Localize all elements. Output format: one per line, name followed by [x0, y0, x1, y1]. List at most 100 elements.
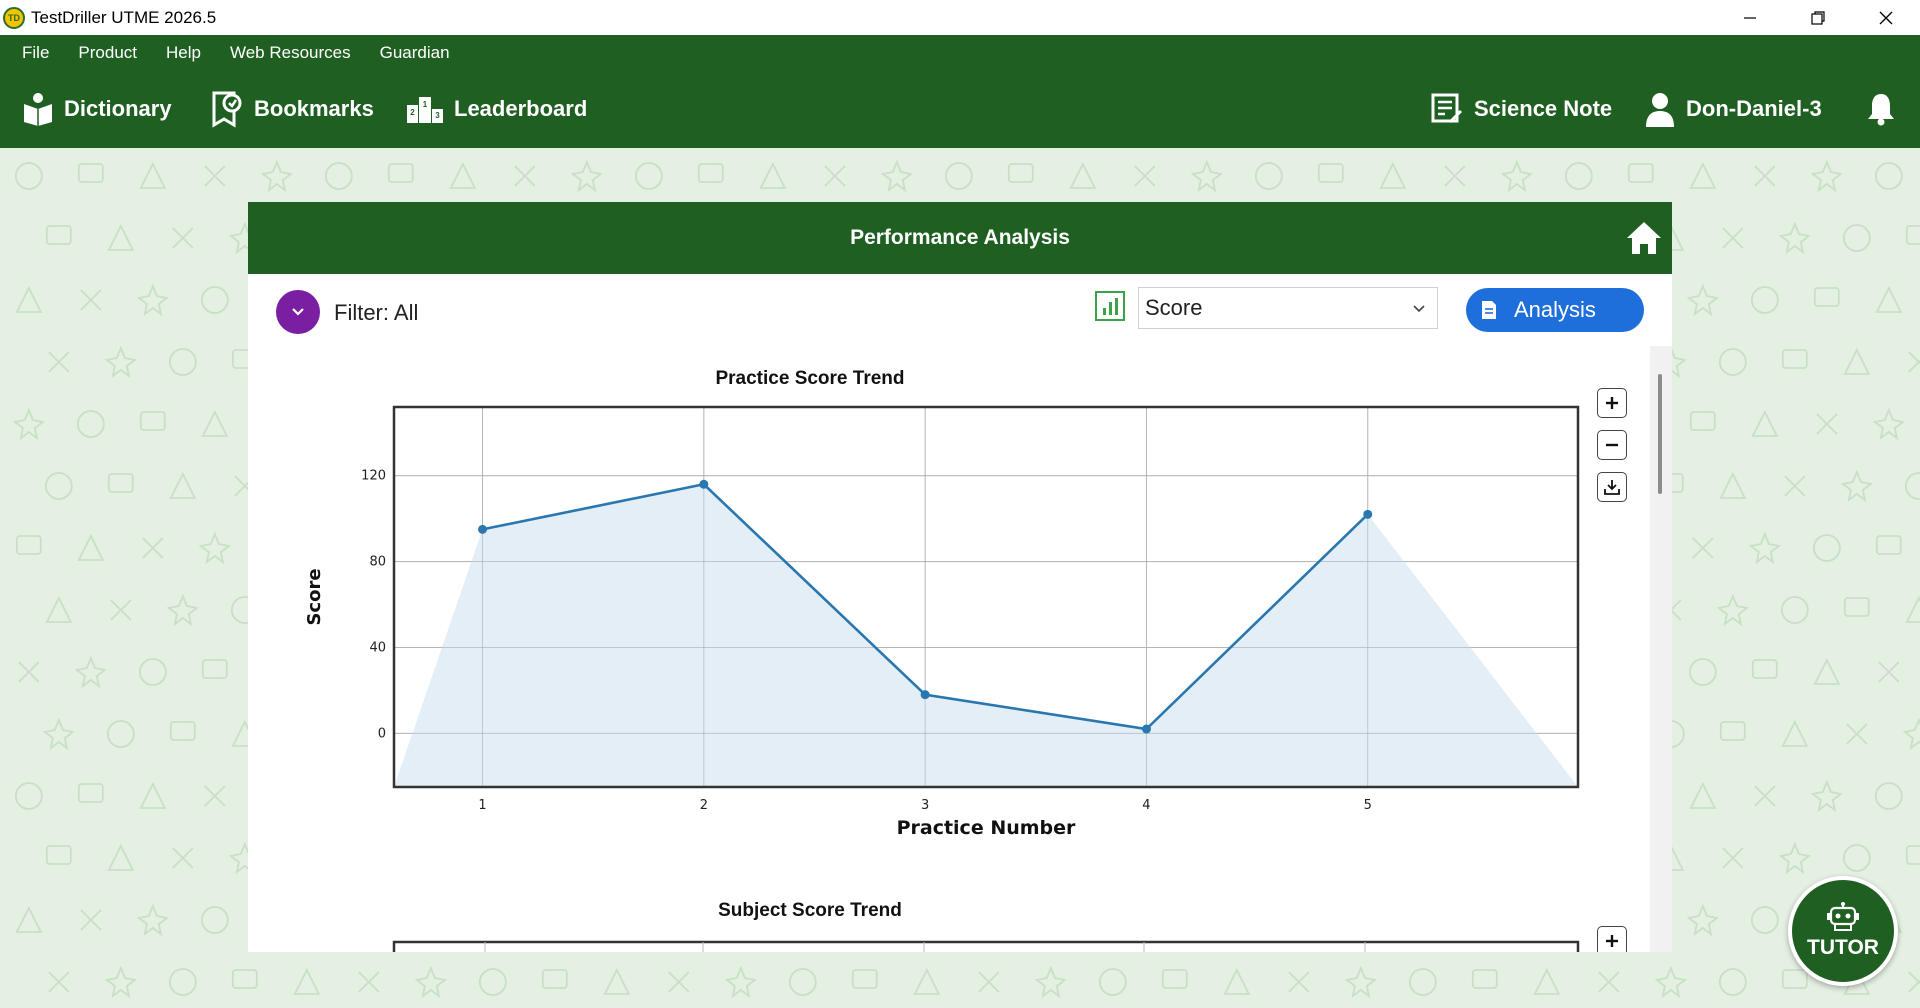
- doodle-shape: [697, 163, 724, 183]
- doodle-shape: [200, 286, 229, 314]
- doodle-shape: [139, 781, 167, 809]
- doodle-shape: [603, 967, 631, 995]
- doodle-shape: [880, 159, 913, 193]
- close-button[interactable]: [1852, 0, 1920, 35]
- doodle-shape: [107, 473, 134, 493]
- dictionary-label: Dictionary: [64, 96, 172, 121]
- analysis-button[interactable]: Analysis: [1466, 288, 1644, 332]
- leaderboard-label: Leaderboard: [454, 96, 588, 121]
- window-title: TestDriller UTME 2026.5: [31, 7, 217, 27]
- notifications-button[interactable]: [1866, 88, 1906, 130]
- doodle-shape: [1842, 224, 1871, 252]
- science-note-label: Science Note: [1474, 96, 1613, 121]
- menu-bar: File Product Help Web Resources Guardian: [0, 35, 1920, 70]
- note-icon: [1431, 93, 1463, 124]
- zoom-out-button[interactable]: [1597, 430, 1627, 460]
- doodle-shape: [1627, 163, 1654, 183]
- doodle-shape: [1444, 165, 1466, 187]
- doodle-shape: [1813, 287, 1840, 307]
- doodle-shape: [77, 533, 105, 561]
- scrollbar-thumb[interactable]: [1658, 374, 1662, 494]
- doodle-shape: [1781, 969, 1808, 989]
- doodle-shape: [1751, 659, 1778, 679]
- doodle-shape: [201, 659, 228, 679]
- menu-web-resources[interactable]: Web Resources: [230, 43, 351, 63]
- doodle-shape: [169, 721, 196, 741]
- doodle-shape: [634, 162, 663, 190]
- y-tick-label: 120: [361, 469, 386, 484]
- robot-icon: [1827, 902, 1859, 931]
- doodle-shape: [1750, 906, 1779, 934]
- doodle-shape: [48, 971, 70, 993]
- doodle-shape: [1719, 471, 1747, 499]
- doodle-shape: [1905, 845, 1920, 865]
- doodle-shape: [166, 593, 199, 627]
- science-note-button[interactable]: Science Note: [1430, 88, 1612, 130]
- doodle-shape: [1688, 658, 1717, 686]
- doodle-shape: [1780, 596, 1809, 624]
- doodle-shape: [1840, 469, 1873, 503]
- data-point: [699, 479, 709, 489]
- doodle-shape: [1190, 159, 1223, 193]
- doodle-shape: [1810, 779, 1843, 813]
- minimize-button[interactable]: [1716, 0, 1784, 35]
- doodle-shape: [15, 285, 43, 313]
- doodle-shape: [136, 283, 169, 317]
- dictionary-button[interactable]: Dictionary: [22, 88, 172, 130]
- plus-icon: [1606, 935, 1618, 947]
- bookmarks-button[interactable]: Bookmarks: [210, 88, 374, 130]
- doodle-shape: [1905, 225, 1920, 245]
- doodle-shape: [260, 159, 293, 193]
- download-icon: [1604, 480, 1620, 495]
- doodle-shape: [1718, 348, 1747, 376]
- doodle-shape: [201, 409, 229, 437]
- restore-button[interactable]: [1784, 0, 1852, 35]
- doodle-shape: [168, 348, 197, 376]
- home-button[interactable]: [1624, 218, 1664, 258]
- doodle-shape: [1719, 721, 1746, 741]
- svg-text:2: 2: [410, 108, 415, 117]
- doodle-shape: [139, 411, 166, 431]
- doodle-shape: [1812, 534, 1841, 562]
- minimize-icon: [1744, 16, 1756, 19]
- doodle-shape: [1718, 968, 1747, 996]
- doodle-shape: [110, 599, 132, 621]
- doodle-shape: [944, 162, 973, 190]
- plus-icon: [1606, 397, 1618, 409]
- menu-product[interactable]: Product: [78, 43, 137, 63]
- doodle-shape: [204, 785, 226, 807]
- doodle-shape: [1288, 971, 1310, 993]
- tutor-button[interactable]: TUTOR: [1788, 876, 1898, 986]
- doodle-shape: [15, 905, 43, 933]
- user-profile-button[interactable]: Don-Daniel-3: [1644, 88, 1822, 130]
- menu-file[interactable]: File: [22, 43, 49, 63]
- doodle-shape: [107, 843, 135, 871]
- filter-row: Filter: All Score Analysis: [248, 274, 1672, 346]
- leaderboard-button[interactable]: 1 2 3 Leaderboard: [406, 88, 587, 130]
- menu-help[interactable]: Help: [166, 43, 201, 63]
- x-tick-label: 2: [700, 798, 708, 813]
- menu-guardian[interactable]: Guardian: [380, 43, 450, 63]
- zoom-in-button[interactable]: [1597, 388, 1627, 418]
- panel-title: Performance Analysis: [850, 226, 1070, 249]
- doodle-shape: [12, 407, 45, 441]
- performance-analysis-panel: Performance Analysis Filter: All Score A…: [248, 202, 1672, 952]
- doodle-shape: [1007, 163, 1034, 183]
- zoom-in-button-2[interactable]: [1597, 926, 1627, 952]
- minus-icon: [1606, 443, 1618, 447]
- x-tick-label: 3: [921, 798, 929, 813]
- panel-scrollbar[interactable]: [1650, 346, 1672, 952]
- filter-toggle-button[interactable]: [276, 290, 320, 334]
- doodle-shape: [1722, 847, 1744, 869]
- doodle-shape: [80, 289, 102, 311]
- download-chart-button[interactable]: [1597, 472, 1627, 502]
- filter-label: Filter: All: [334, 300, 419, 325]
- doodle-shape: [1754, 785, 1776, 807]
- metric-select[interactable]: Score: [1138, 287, 1438, 329]
- doodle-shape: [44, 472, 73, 500]
- doodle-shape: [1902, 717, 1920, 751]
- doodle-shape: [136, 903, 169, 937]
- practice-score-trend-chart: 1 2 3 4 5 0 40 80 120 Practice Number Score: [304, 405, 1580, 839]
- doodle-shape: [107, 223, 135, 251]
- doodle-shape: [978, 971, 1000, 993]
